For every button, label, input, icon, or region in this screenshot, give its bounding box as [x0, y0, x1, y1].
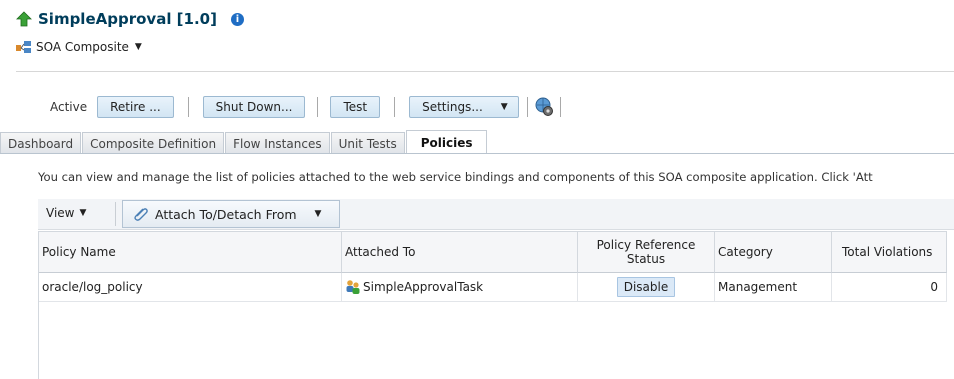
- composite-menu[interactable]: SOA Composite ▼: [16, 40, 142, 54]
- cell-reference-status: Disable: [578, 273, 715, 302]
- tab-bar: Dashboard Composite Definition Flow Inst…: [0, 130, 488, 154]
- attach-detach-button[interactable]: Attach To/Detach From ▼: [122, 200, 340, 228]
- up-arrow-icon: [16, 11, 32, 27]
- cell-policy-name[interactable]: oracle/log_policy: [39, 273, 342, 302]
- toolbar-divider: [317, 97, 319, 117]
- tab-policies[interactable]: Policies: [405, 130, 488, 154]
- info-icon[interactable]: i: [230, 12, 244, 26]
- disable-button[interactable]: Disable: [616, 277, 676, 297]
- chevron-down-icon: ▼: [500, 102, 508, 112]
- header-divider: [16, 71, 954, 72]
- paperclip-icon: [134, 208, 148, 221]
- column-header-reference-status[interactable]: Policy Reference Status: [578, 231, 715, 273]
- column-header-attached-to[interactable]: Attached To: [342, 231, 578, 273]
- cell-category: Management: [715, 273, 832, 302]
- tab-composite-definition[interactable]: Composite Definition: [82, 132, 225, 154]
- chevron-down-icon: ▼: [79, 208, 87, 218]
- tabs-divider: [0, 153, 954, 154]
- tab-unit-tests[interactable]: Unit Tests: [330, 132, 405, 154]
- attach-detach-label: Attach To/Detach From: [155, 206, 297, 222]
- tab-dashboard[interactable]: Dashboard: [0, 132, 82, 154]
- attached-to-label: SimpleApprovalTask: [363, 280, 484, 294]
- settings-button-label: Settings...: [422, 100, 483, 114]
- shutdown-button[interactable]: Shut Down...: [202, 96, 306, 118]
- retire-button[interactable]: Retire ...: [97, 96, 174, 118]
- toolbar-divider: [526, 97, 528, 117]
- toolbar-divider: [559, 97, 561, 117]
- toolbar-divider: [394, 97, 396, 117]
- tab-flow-instances[interactable]: Flow Instances: [225, 132, 330, 154]
- composite-toolbar: Active Retire ... Shut Down... Test Sett…: [50, 95, 567, 119]
- test-button[interactable]: Test: [330, 96, 381, 118]
- chevron-down-icon: ▼: [134, 42, 142, 52]
- settings-button[interactable]: Settings... ▼: [409, 96, 519, 118]
- policies-description: You can view and manage the list of poli…: [38, 170, 873, 184]
- toolbar-divider: [187, 97, 189, 117]
- composite-icon: [16, 41, 31, 53]
- page-header: SimpleApproval [1.0] i: [16, 10, 244, 28]
- page-title: SimpleApproval [1.0]: [38, 10, 217, 28]
- column-header-total-violations[interactable]: Total Violations: [832, 231, 947, 273]
- column-header-category[interactable]: Category: [715, 231, 832, 273]
- chevron-down-icon: ▼: [314, 209, 322, 219]
- view-menu[interactable]: View ▼: [46, 206, 86, 220]
- globe-gear-icon[interactable]: [534, 97, 554, 117]
- cell-attached-to[interactable]: SimpleApprovalTask: [342, 273, 578, 302]
- policies-table: Policy Name Attached To Policy Reference…: [38, 231, 954, 379]
- column-header-policy-name[interactable]: Policy Name: [39, 231, 342, 273]
- cell-total-violations: 0: [832, 273, 947, 302]
- status-label: Active: [50, 100, 88, 114]
- view-menu-label: View: [46, 206, 75, 220]
- composite-menu-label: SOA Composite: [36, 40, 129, 54]
- table-toolbar-divider: [115, 202, 116, 226]
- people-task-icon: [346, 280, 360, 294]
